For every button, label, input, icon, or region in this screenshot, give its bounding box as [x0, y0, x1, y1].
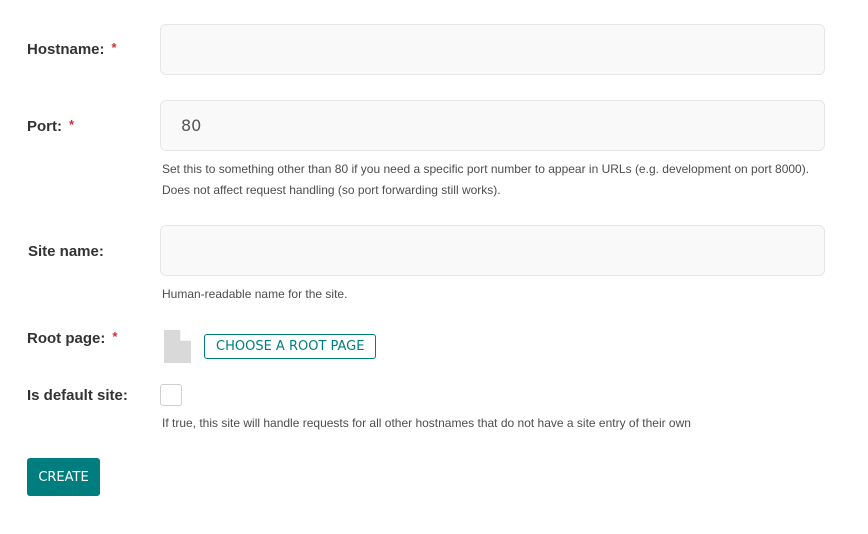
- hostname-label-text: Hostname:: [27, 41, 105, 58]
- hostname-input[interactable]: [160, 24, 825, 75]
- root-page-label: Root page: *: [27, 329, 118, 347]
- is-default-site-help-text: If true, this site will handle requests …: [162, 416, 691, 430]
- is-default-site-label-text: Is default site:: [27, 387, 128, 404]
- required-marker: *: [112, 329, 118, 344]
- site-name-label-text: Site name:: [28, 243, 104, 260]
- port-label-text: Port:: [27, 118, 62, 135]
- document-icon: [164, 330, 191, 363]
- is-default-site-checkbox[interactable]: [160, 384, 182, 406]
- root-page-label-text: Root page:: [27, 330, 106, 347]
- site-name-label: Site name:: [28, 243, 104, 260]
- port-label: Port: *: [27, 117, 75, 135]
- required-marker: *: [69, 117, 75, 132]
- is-default-site-label: Is default site:: [27, 387, 128, 404]
- port-help-text: Set this to something other than 80 if y…: [162, 162, 810, 197]
- site-name-help-text: Human-readable name for the site.: [162, 287, 348, 301]
- required-marker: *: [111, 40, 117, 55]
- port-input[interactable]: [160, 100, 825, 151]
- create-button[interactable]: CREATE: [27, 458, 100, 496]
- choose-root-page-button[interactable]: CHOOSE A ROOT PAGE: [204, 334, 377, 359]
- hostname-label: Hostname: *: [27, 40, 117, 58]
- site-name-input[interactable]: [160, 225, 825, 276]
